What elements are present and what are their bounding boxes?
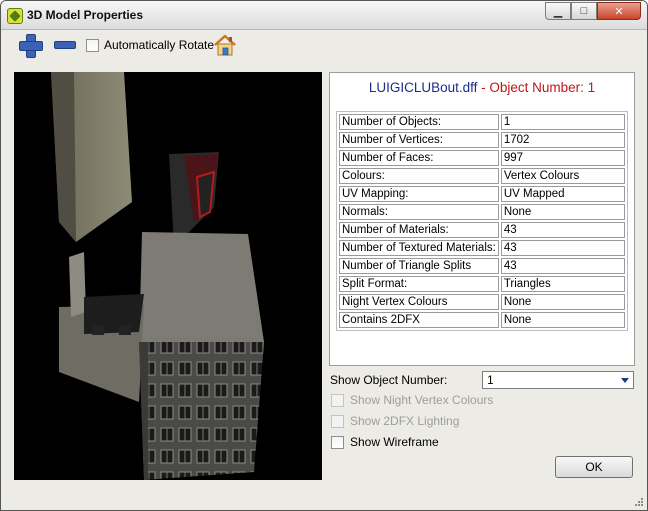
- table-row: Split Format: Triangles: [339, 276, 625, 292]
- properties-panel: LUIGICLUBout.dff - Object Number: 1 Numb…: [329, 72, 635, 366]
- property-value: None: [500, 294, 625, 310]
- property-value: None: [500, 312, 625, 328]
- property-name: Colours:: [339, 168, 499, 184]
- window-title: 3D Model Properties: [27, 8, 144, 22]
- property-value: 43: [500, 258, 625, 274]
- chevron-down-icon[interactable]: [621, 378, 629, 383]
- lighting-option[interactable]: Show 2DFX Lighting: [331, 414, 459, 428]
- property-name: Number of Faces:: [339, 150, 499, 166]
- maximize-button[interactable]: □: [571, 2, 597, 20]
- dialog-window: 3D Model Properties ▁ □ ✕ Automatically …: [0, 0, 648, 511]
- app-icon: [7, 8, 23, 24]
- table-row: Number of Vertices: 1702: [339, 132, 625, 148]
- table-row: Number of Materials: 43: [339, 222, 625, 238]
- night-colours-label: Show Night Vertex Colours: [350, 393, 494, 407]
- property-value: 997: [500, 150, 625, 166]
- table-row: Number of Textured Materials: 43: [339, 240, 625, 256]
- minimize-icon: ▁: [553, 5, 563, 18]
- maximize-icon: □: [580, 5, 588, 17]
- close-button[interactable]: ✕: [597, 2, 641, 20]
- property-name: Contains 2DFX: [339, 312, 499, 328]
- show-object-label: Show Object Number:: [330, 373, 448, 387]
- minimize-button[interactable]: ▁: [545, 2, 571, 20]
- property-name: Number of Vertices:: [339, 132, 499, 148]
- home-icon[interactable]: [213, 33, 237, 57]
- wireframe-label: Show Wireframe: [350, 435, 439, 449]
- night-colours-option[interactable]: Show Night Vertex Colours: [331, 393, 493, 407]
- table-row: Normals: None: [339, 204, 625, 220]
- property-name: Number of Materials:: [339, 222, 499, 238]
- close-icon: ✕: [614, 5, 624, 18]
- model-viewport[interactable]: [14, 72, 322, 480]
- title-bar[interactable]: 3D Model Properties ▁ □ ✕: [1, 1, 647, 30]
- toolbar: Automatically Rotate: [1, 31, 647, 61]
- wireframe-option[interactable]: Show Wireframe: [331, 435, 439, 449]
- property-name: Number of Triangle Splits: [339, 258, 499, 274]
- zoom-out-icon[interactable]: [54, 41, 76, 49]
- model-filename: LUIGICLUBout.dff: [368, 80, 478, 95]
- auto-rotate-option[interactable]: Automatically Rotate: [86, 38, 214, 52]
- auto-rotate-checkbox[interactable]: [86, 38, 99, 52]
- property-value: 43: [500, 240, 625, 256]
- object-number-label: Object Number: 1: [489, 80, 596, 95]
- property-name: Number of Objects:: [339, 114, 499, 130]
- property-value: Vertex Colours: [500, 168, 625, 184]
- property-value: 43: [500, 222, 625, 238]
- auto-rotate-label: Automatically Rotate: [104, 38, 215, 52]
- property-name: Split Format:: [339, 276, 499, 292]
- night-colours-checkbox[interactable]: [331, 393, 344, 407]
- table-row: Number of Objects: 1: [339, 114, 625, 130]
- property-value: 1702: [500, 132, 625, 148]
- object-number-dropdown[interactable]: 1: [482, 371, 634, 389]
- window-controls: ▁ □ ✕: [545, 2, 641, 20]
- property-name: Normals:: [339, 204, 499, 220]
- wireframe-checkbox[interactable]: [331, 435, 344, 449]
- zoom-in-icon[interactable]: [19, 34, 43, 58]
- lighting-label: Show 2DFX Lighting: [350, 414, 460, 428]
- property-name: Night Vertex Colours: [339, 294, 499, 310]
- table-row: Number of Faces: 997: [339, 150, 625, 166]
- properties-table: Number of Objects: 1 Number of Vertices: 1…: [336, 111, 628, 331]
- property-name: UV Mapping:: [339, 186, 499, 202]
- table-row: Colours: Vertex Colours: [339, 168, 625, 184]
- property-name: Number of Textured Materials:: [339, 240, 499, 256]
- model-heading: LUIGICLUBout.dff - Object Number: 1: [330, 80, 634, 95]
- resize-grip-icon[interactable]: [634, 497, 644, 507]
- property-value: UV Mapped: [500, 186, 625, 202]
- object-number-row: Show Object Number: 1: [330, 371, 634, 389]
- model-render: [51, 72, 264, 480]
- property-value: None: [500, 204, 625, 220]
- property-value: Triangles: [500, 276, 625, 292]
- ok-button[interactable]: OK: [555, 456, 633, 478]
- table-row: Contains 2DFX None: [339, 312, 625, 328]
- property-value: 1: [500, 114, 625, 130]
- table-row: Number of Triangle Splits 43: [339, 258, 625, 274]
- heading-separator: -: [477, 80, 490, 95]
- table-row: Night Vertex Colours None: [339, 294, 625, 310]
- table-row: UV Mapping: UV Mapped: [339, 186, 625, 202]
- lighting-checkbox[interactable]: [331, 414, 344, 428]
- object-number-value: 1: [487, 373, 494, 387]
